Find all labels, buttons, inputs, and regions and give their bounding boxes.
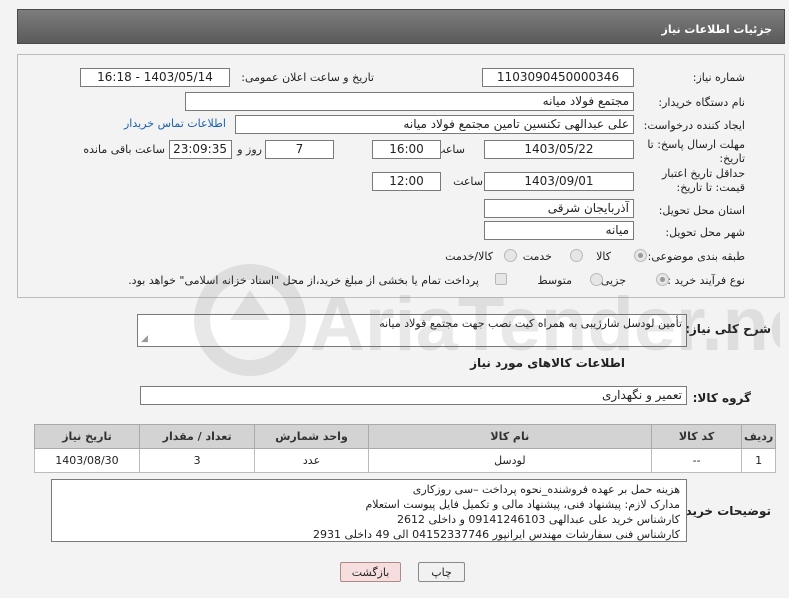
- process-radio-medium[interactable]: [590, 273, 603, 286]
- contact-info-link[interactable]: اطلاعات تماس خریدار: [124, 117, 226, 130]
- treasury-payment-note: پرداخت تمام یا بخشی از مبلغ خرید،از محل …: [128, 274, 479, 287]
- need-number-label: شماره نیاز:: [692, 71, 745, 84]
- category-option-goods: کالا: [596, 250, 611, 263]
- remaining-time-field: 23:09:35: [169, 140, 232, 159]
- notes-line: هزینه حمل بر عهده فروشنده_نحوه پرداخت –س…: [412, 483, 680, 496]
- goods-section-title: اطلاعات کالاهای مورد نیاز: [470, 356, 625, 370]
- summary-label: شرح کلی نیاز:: [685, 322, 771, 336]
- cell-qty: 3: [138, 448, 256, 473]
- process-option-minor: جزیی: [600, 274, 626, 287]
- print-button[interactable]: چاپ: [418, 562, 465, 582]
- need-number-field: 1103090450000346: [482, 68, 634, 87]
- goods-table: ردیف کد کالا نام کالا واحد شمارش تعداد /…: [34, 424, 776, 473]
- summary-text: تأمین لودسل شارژیبی به همراه کیت نصب جهت…: [379, 317, 682, 330]
- creator-label: ایجاد کننده درخواست:: [643, 119, 745, 132]
- days-label: روز و: [237, 143, 262, 156]
- deadline-time-field: 16:00: [372, 140, 441, 159]
- creator-field: علی عبدالهی تکنسین تامین مجتمع فولاد میا…: [235, 115, 634, 134]
- col-unit: واحد شمارش: [254, 424, 369, 449]
- page-title: جزئیات اطلاعات نیاز: [17, 9, 785, 44]
- notes-line: مدارک لازم: پیشنهاد فنی، پیشنهاد مالی و …: [365, 498, 681, 511]
- col-qty: تعداد / مقدار: [138, 424, 256, 449]
- buyer-org-field: مجتمع فولاد میانه: [185, 92, 634, 111]
- category-radio-service[interactable]: [570, 249, 583, 262]
- cell-row: 1: [741, 448, 776, 473]
- col-name: نام کالا: [367, 424, 652, 449]
- announce-datetime-field: 1403/05/14 - 16:18: [80, 68, 230, 87]
- treasury-payment-checkbox[interactable]: [495, 273, 507, 285]
- province-label: استان محل تحویل:: [658, 204, 745, 217]
- category-option-both: کالا/خدمت: [445, 250, 493, 263]
- back-button[interactable]: بازگشت: [340, 562, 401, 582]
- validity-date-field: 1403/09/01: [484, 172, 634, 191]
- category-radio-both[interactable]: [504, 249, 517, 262]
- notes-line: کارشناس خرید علی عبدالهی 09141246103 و د…: [397, 513, 680, 526]
- category-radio-goods[interactable]: [634, 249, 647, 262]
- resize-grip-icon: ◢: [141, 334, 148, 344]
- notes-box: هزینه حمل بر عهده فروشنده_نحوه پرداخت –س…: [51, 479, 687, 542]
- announce-label: تاریخ و ساعت اعلان عمومی:: [241, 71, 374, 84]
- col-date: تاریخ نیاز: [34, 424, 140, 449]
- cell-code: --: [650, 448, 743, 473]
- province-field: آذربایجان شرقی: [484, 199, 634, 218]
- process-option-medium: متوسط: [537, 274, 572, 287]
- goods-table-header: ردیف کد کالا نام کالا واحد شمارش تعداد /…: [34, 424, 776, 449]
- validity-label: حداقل تاریخ اعتبار قیمت: تا تاریخ:: [661, 167, 745, 194]
- col-code: کد کالا: [650, 424, 743, 449]
- buyer-org-label: نام دستگاه خریدار:: [658, 96, 745, 109]
- cell-name: لودسل: [367, 448, 652, 473]
- process-radio-minor[interactable]: [656, 273, 669, 286]
- table-row: 1 -- لودسل عدد 3 1403/08/30: [34, 448, 776, 473]
- category-label: طبقه بندی موضوعی:: [647, 250, 745, 263]
- validity-time-field: 12:00: [372, 172, 441, 191]
- cell-unit: عدد: [254, 448, 369, 473]
- goods-group-field: تعمیر و نگهداری: [140, 386, 687, 405]
- city-field: میانه: [484, 221, 634, 240]
- deadline-label: مهلت ارسال پاسخ: تا تاریخ:: [647, 138, 745, 165]
- deadline-date-field: 1403/05/22: [484, 140, 634, 159]
- col-row: ردیف: [741, 424, 776, 449]
- summary-textarea: تأمین لودسل شارژیبی به همراه کیت نصب جهت…: [137, 314, 687, 347]
- cell-date: 1403/08/30: [34, 448, 140, 473]
- notes-line: کارشناس فنی سفارشات مهندس ایرانپور 04152…: [312, 528, 680, 541]
- city-label: شهر محل تحویل:: [665, 226, 745, 239]
- process-label: نوع فرآیند خرید :: [667, 274, 745, 287]
- category-option-service: خدمت: [522, 250, 552, 263]
- remaining-label: ساعت باقی مانده: [83, 143, 165, 156]
- validity-time-label: ساعت: [453, 175, 483, 188]
- goods-group-label: گروه کالا:: [692, 391, 751, 405]
- days-field: 7: [265, 140, 334, 159]
